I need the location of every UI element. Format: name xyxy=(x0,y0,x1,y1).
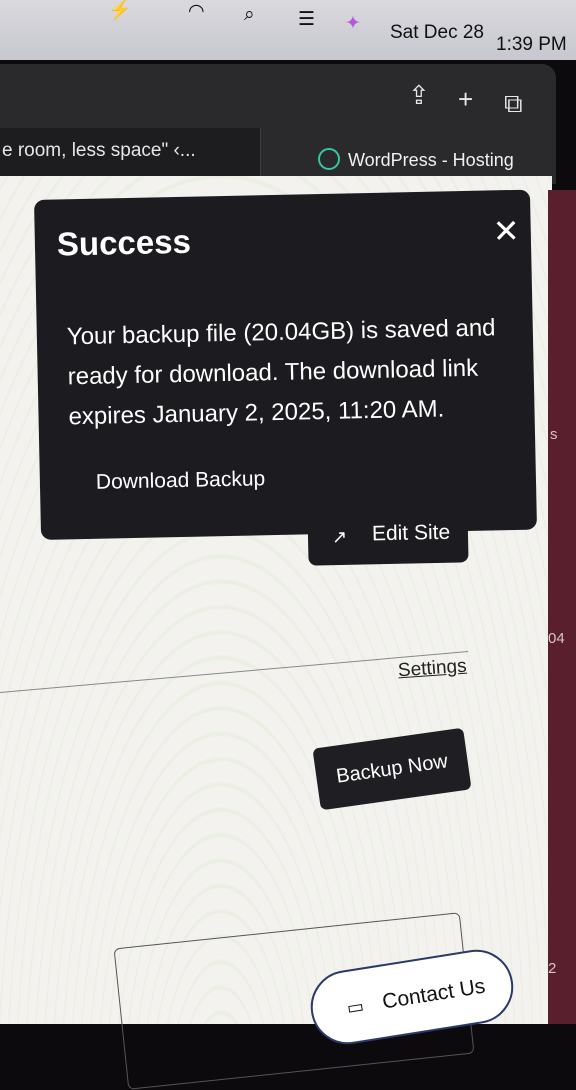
contact-us-label: Contact Us xyxy=(380,974,487,1014)
toast-title: Success xyxy=(56,222,192,263)
close-icon[interactable]: ✕ xyxy=(492,212,520,251)
menubar-time[interactable]: 1:39 PM xyxy=(496,34,567,56)
browser-tab-1[interactable]: e room, less space" ‹... xyxy=(0,128,261,180)
download-backup-link[interactable]: Download Backup xyxy=(96,467,266,495)
external-link-icon: ↗ xyxy=(331,526,348,548)
tab-overview-icon[interactable]: ⧉ xyxy=(504,88,523,120)
toast-message: Your backup file (20.04GB) is saved and … xyxy=(66,314,496,431)
siri-icon[interactable]: ✦ xyxy=(345,12,361,35)
strip-text: 04 xyxy=(548,630,565,647)
success-toast: Success ✕ Your backup file (20.04GB) is … xyxy=(34,189,538,540)
macos-menubar: ⚡ ◠ ⌕ ☰ ✦ Sat Dec 28 1:39 PM xyxy=(0,0,576,60)
menubar-date[interactable]: Sat Dec 28 xyxy=(390,22,484,44)
edit-site-button[interactable]: ↗ Edit Site xyxy=(307,506,469,566)
share-icon[interactable]: ⇪ xyxy=(408,80,430,111)
wifi-icon[interactable]: ◠ xyxy=(188,0,205,23)
new-tab-icon[interactable]: + xyxy=(458,84,473,115)
search-icon[interactable]: ⌕ xyxy=(244,4,255,26)
edit-site-label: Edit Site xyxy=(371,520,451,546)
strip-text: 2 xyxy=(548,960,557,977)
chat-icon: ▭ xyxy=(345,995,366,1019)
control-center-icon[interactable]: ☰ xyxy=(298,8,315,31)
battery-charging-icon[interactable]: ⚡ xyxy=(108,0,132,22)
tab-label: WordPress - Hosting xyxy=(348,150,514,170)
desktop-background-strip: s 04 2 xyxy=(548,190,576,1024)
strip-text: s xyxy=(550,426,558,443)
wordpress-hosting-logo-icon xyxy=(318,148,340,170)
